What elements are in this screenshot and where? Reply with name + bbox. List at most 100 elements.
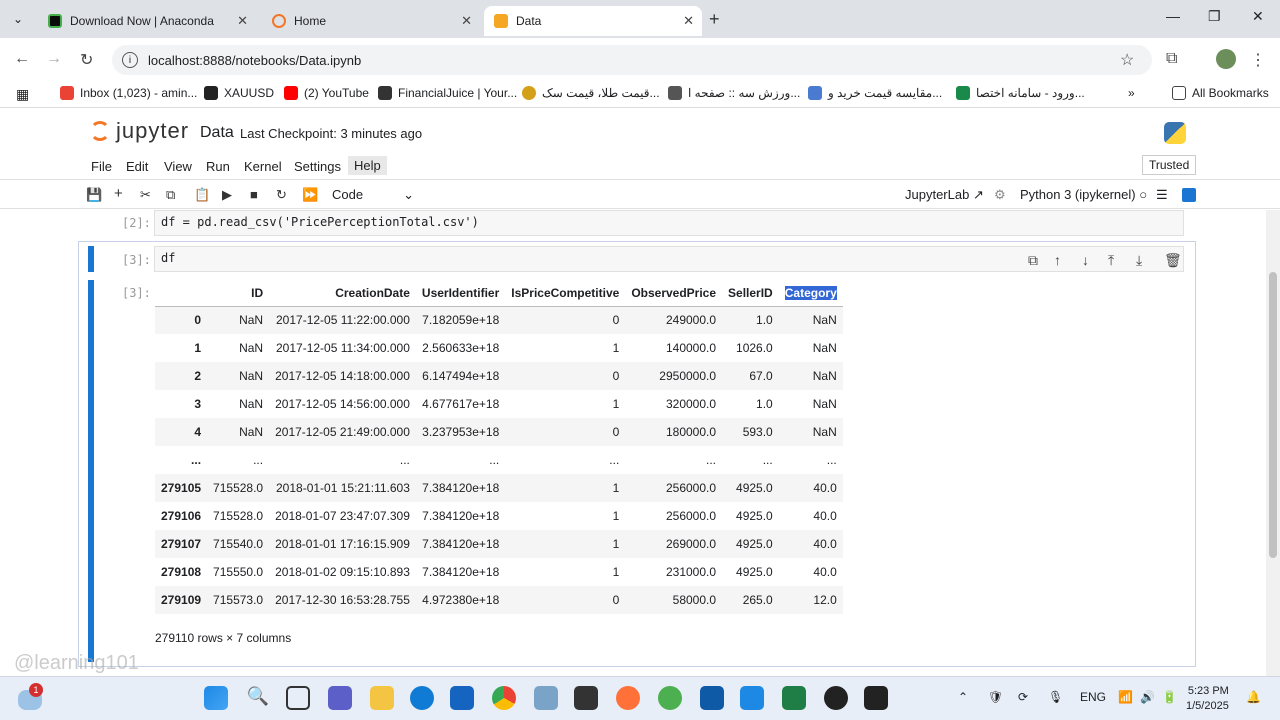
bookmark-star-icon[interactable]: ☆ — [1120, 50, 1134, 70]
bookmark-gold-price[interactable]: قیمت طلا، قیمت سک... — [522, 86, 660, 100]
file-explorer-icon[interactable] — [370, 686, 394, 710]
hamburger-menu-icon[interactable]: ☰ — [1156, 187, 1168, 203]
bookmark-varzesh3[interactable]: ورزش سه :: صفحه ا... — [668, 86, 800, 100]
bookmark-compare-prices[interactable]: مقایسه قیمت خرید و... — [808, 86, 942, 100]
copy-icon[interactable]: ⧉ — [166, 187, 175, 203]
restore-icon[interactable]: ❐ — [1208, 8, 1221, 25]
menu-edit[interactable]: Edit — [126, 159, 148, 174]
excel-icon[interactable] — [782, 686, 806, 710]
terminal-icon[interactable] — [864, 686, 888, 710]
all-bookmarks[interactable]: All Bookmarks — [1172, 86, 1269, 100]
toc-icon[interactable] — [1182, 188, 1196, 202]
browser-menu-icon[interactable]: ⋮ — [1250, 50, 1266, 70]
menu-settings[interactable]: Settings — [294, 159, 341, 174]
extensions-icon[interactable]: ⧉ — [1166, 50, 1177, 68]
bookmark-financialjuice[interactable]: FinancialJuice | Your... — [378, 86, 517, 100]
url-field[interactable]: i localhost:8888/notebooks/Data.ipynb — [112, 45, 1152, 75]
bookmark-gmail[interactable]: Inbox (1,023) - amin... — [60, 86, 197, 100]
back-icon[interactable]: ← — [14, 50, 30, 68]
chrome-icon[interactable] — [492, 686, 516, 710]
stop-icon[interactable]: ■ — [250, 187, 258, 202]
site-info-icon[interactable]: i — [122, 52, 138, 68]
duplicate-cell-icon[interactable]: ⧉ — [1028, 252, 1038, 269]
photos-icon[interactable] — [534, 686, 558, 710]
delete-cell-icon[interactable]: 🗑 — [1164, 252, 1182, 269]
notepad-icon[interactable] — [740, 686, 764, 710]
row-index: 279106 — [161, 509, 202, 523]
menu-kernel[interactable]: Kernel — [244, 159, 282, 174]
fast-forward-icon[interactable]: ⏩ — [302, 187, 318, 203]
tab-search-chevron-icon[interactable]: ⌄ — [6, 7, 30, 31]
jupyter-logo[interactable]: jupyter — [90, 118, 189, 144]
close-tab-icon[interactable]: ✕ — [237, 13, 248, 29]
trusted-badge[interactable]: Trusted — [1142, 155, 1197, 175]
microphone-icon[interactable]: 🎙 — [1048, 690, 1063, 704]
insert-cell-icon[interactable]: + — [114, 185, 123, 202]
tab-data[interactable]: Data ✕ — [484, 6, 702, 36]
snipping-tool-icon[interactable] — [574, 686, 598, 710]
battery-icon[interactable]: 🔋 — [1162, 690, 1177, 704]
volume-icon[interactable]: 🔊 — [1140, 690, 1155, 704]
menu-file[interactable]: File — [91, 159, 112, 174]
close-tab-icon[interactable]: ✕ — [683, 13, 694, 29]
menu-help[interactable]: Help — [348, 156, 387, 175]
edge-icon[interactable] — [410, 686, 434, 710]
sync-icon[interactable]: ⟳ — [1018, 690, 1028, 704]
cell-3-input-collapser[interactable] — [88, 246, 94, 272]
menu-view[interactable]: View — [164, 159, 192, 174]
close-tab-icon[interactable]: ✕ — [461, 13, 472, 29]
minimize-icon[interactable]: — — [1166, 8, 1180, 24]
settings-gear-icon[interactable]: ⚙ — [994, 187, 1006, 203]
clock[interactable]: 5:23 PM 1/5/2025 — [1186, 684, 1229, 714]
task-view-icon[interactable] — [286, 686, 310, 710]
paste-icon[interactable]: 📋 — [194, 187, 210, 203]
language-indicator[interactable]: ENG — [1080, 690, 1106, 704]
move-up-icon[interactable]: ↑ — [1054, 252, 1061, 268]
column-header: UserIdentifier — [415, 280, 506, 307]
app-icon[interactable] — [824, 686, 848, 710]
notebook-title[interactable]: Data — [200, 124, 234, 142]
start-icon[interactable] — [204, 686, 228, 710]
firefox-icon[interactable] — [616, 686, 640, 710]
anaconda-icon[interactable] — [658, 686, 682, 710]
new-tab-icon[interactable]: + — [709, 9, 720, 30]
table-cell: 593.0 — [722, 418, 779, 446]
table-cell: 40.0 — [813, 565, 837, 579]
kernel-status[interactable]: Python 3 (ipykernel) ○ — [1020, 187, 1147, 202]
scrollbar-thumb[interactable] — [1269, 272, 1277, 558]
tab-anaconda[interactable]: Download Now | Anaconda ✕ — [38, 6, 256, 36]
bookmark-login[interactable]: ورود - سامانه اختصا... — [956, 86, 1085, 100]
cut-icon[interactable]: ✂ — [140, 187, 151, 203]
close-window-icon[interactable]: ✕ — [1252, 8, 1264, 25]
cell-type-select[interactable]: Code ⌄ — [332, 187, 414, 203]
run-icon[interactable]: ▶ — [222, 187, 232, 203]
bookmark-youtube[interactable]: (2) YouTube — [284, 86, 369, 100]
vscode-icon[interactable] — [700, 686, 724, 710]
insert-above-icon[interactable]: ⤒ — [1108, 252, 1114, 269]
vpn-icon[interactable]: 🛡 — [988, 690, 1003, 704]
reload-icon[interactable]: ↻ — [80, 50, 93, 70]
table-cell: ... — [399, 453, 410, 467]
menu-run[interactable]: Run — [206, 159, 230, 174]
cell-2-code[interactable]: df = pd.read_csv('PricePerceptionTotal.c… — [154, 210, 1184, 236]
wifi-icon[interactable]: 📶 — [1118, 690, 1133, 704]
profile-avatar[interactable] — [1216, 49, 1236, 69]
restart-icon[interactable]: ↻ — [276, 187, 287, 203]
move-down-icon[interactable]: ↓ — [1082, 252, 1089, 268]
teams-icon[interactable] — [328, 686, 352, 710]
tray-expand-icon[interactable]: ⌃ — [958, 690, 968, 704]
save-icon[interactable]: 💾 — [86, 187, 102, 203]
insert-below-icon[interactable]: ⤓ — [1136, 252, 1142, 269]
bookmark-xauusd[interactable]: XAUUSD — [204, 86, 274, 100]
cell-3-output-collapser[interactable] — [88, 280, 94, 662]
tab-home[interactable]: Home ✕ — [262, 6, 480, 36]
store-icon[interactable] — [450, 686, 474, 710]
notebook-scrollbar[interactable] — [1266, 210, 1280, 676]
table-row: 1 NaN 2017-12-05 11:34:00.000 2.560633e+18 1… — [155, 334, 843, 362]
forward-icon[interactable]: → — [46, 50, 62, 68]
notifications-bell-icon[interactable]: 🔔 — [1246, 690, 1261, 704]
apps-grid-icon[interactable]: ▦ — [16, 86, 29, 103]
jupyterlab-link[interactable]: JupyterLab ↗ — [905, 187, 984, 203]
more-bookmarks-icon[interactable]: » — [1128, 86, 1135, 100]
search-icon[interactable]: 🔍 — [246, 686, 270, 710]
